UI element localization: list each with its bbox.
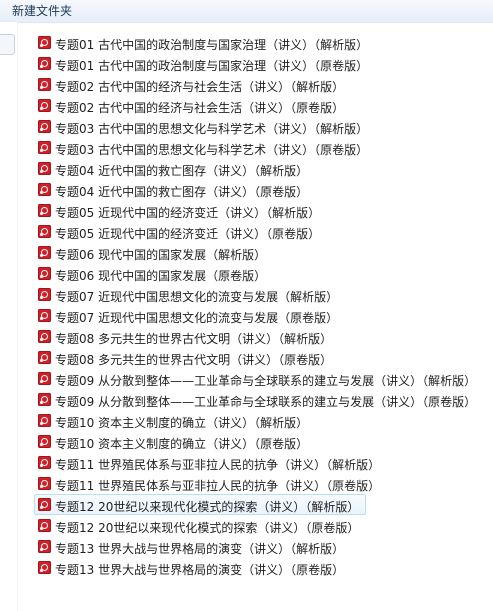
pdf-icon (38, 540, 51, 553)
file-name: 专题01 古代中国的政治制度与国家治理（讲义）（解析版） (55, 38, 369, 52)
file-name: 专题09 从分散到整体——工业革命与全球联系的建立与发展（讲义）（原卷版） (55, 395, 477, 409)
file-name: 专题02 古代中国的经济与社会生活（讲义）（原卷版） (55, 101, 345, 115)
pdf-icon (38, 78, 51, 91)
file-name: 专题06 现代中国的国家发展（解析版） (55, 248, 267, 262)
new-folder-button[interactable]: 新建文件夹 (8, 2, 76, 20)
file-item[interactable]: 专题09 从分散到整体——工业革命与全球联系的建立与发展（讲义）（原卷版） (34, 389, 483, 410)
navigation-pane[interactable] (0, 22, 17, 611)
pdf-icon (38, 141, 51, 154)
file-name: 专题01 古代中国的政治制度与国家治理（讲义）（原卷版） (55, 59, 369, 73)
pdf-icon (38, 57, 51, 70)
file-name: 专题09 从分散到整体——工业革命与全球联系的建立与发展（讲义）（解析版） (55, 374, 477, 388)
navigation-pane-item[interactable] (0, 34, 15, 55)
file-name: 专题07 近现代中国思想文化的流变与发展（原卷版） (55, 311, 339, 325)
pdf-icon (38, 519, 51, 532)
pdf-icon (38, 120, 51, 133)
file-name: 专题04 近代中国的救亡图存（讲义）（原卷版） (55, 185, 309, 199)
file-name: 专题06 现代中国的国家发展（原卷版） (55, 269, 267, 283)
file-name: 专题05 近现代中国的经济变迁（讲义）（解析版） (55, 206, 321, 220)
file-list: 专题01 古代中国的政治制度与国家治理（讲义）（解析版） 专题01 古代中国的政治… (34, 32, 483, 578)
file-item[interactable]: 专题08 多元共生的世界古代文明（讲义）（原卷版） (34, 347, 339, 368)
file-item[interactable]: 专题03 古代中国的思想文化与科学艺术（讲义）（解析版） (34, 116, 375, 137)
file-item[interactable]: 专题03 古代中国的思想文化与科学艺术（讲义）（原卷版） (34, 137, 375, 158)
pdf-icon (38, 99, 51, 112)
file-item[interactable]: 专题01 古代中国的政治制度与国家治理（讲义）（原卷版） (34, 53, 375, 74)
file-item[interactable]: 专题10 资本主义制度的确立（讲义）（原卷版） (34, 431, 315, 452)
file-name: 专题13 世界大战与世界格局的演变（讲义）（解析版） (55, 542, 345, 556)
file-item[interactable]: 专题08 多元共生的世界古代文明（讲义）（解析版） (34, 326, 339, 347)
file-name: 专题05 近现代中国的经济变迁（讲义）（原卷版） (55, 227, 321, 241)
file-name: 专题13 世界大战与世界格局的演变（讲义）（原卷版） (55, 563, 345, 577)
file-item[interactable]: 专题13 世界大战与世界格局的演变（讲义）（解析版） (34, 536, 351, 557)
file-item[interactable]: 专题10 资本主义制度的确立（讲义）（解析版） (34, 410, 315, 431)
explorer-window: 新建文件夹 专题01 古代中国的政治制度与国家治理（讲义）（解析版） 专题01 古… (0, 0, 493, 611)
file-item[interactable]: 专题04 近代中国的救亡图存（讲义）（原卷版） (34, 179, 315, 200)
file-item[interactable]: 专题06 现代中国的国家发展（解析版） (34, 242, 273, 263)
file-item[interactable]: 专题02 古代中国的经济与社会生活（讲义）（原卷版） (34, 95, 351, 116)
file-name: 专题11 世界殖民体系与亚非拉人民的抗争（讲义）（解析版） (55, 458, 381, 472)
pdf-icon (38, 204, 51, 217)
pdf-icon (38, 498, 51, 511)
file-item[interactable]: 专题09 从分散到整体——工业革命与全球联系的建立与发展（讲义）（解析版） (34, 368, 483, 389)
pdf-icon (38, 393, 51, 406)
pdf-icon (38, 561, 51, 574)
file-name: 专题07 近现代中国思想文化的流变与发展（解析版） (55, 290, 339, 304)
file-item[interactable]: 专题01 古代中国的政治制度与国家治理（讲义）（解析版） (34, 32, 375, 53)
pane-splitter[interactable] (17, 22, 18, 611)
pdf-icon (38, 288, 51, 301)
pdf-icon (38, 225, 51, 238)
file-item[interactable]: 专题13 世界大战与世界格局的演变（讲义）（原卷版） (34, 557, 351, 578)
file-item[interactable]: 专题06 现代中国的国家发展（原卷版） (34, 263, 273, 284)
pdf-icon (38, 456, 51, 469)
file-item[interactable]: 专题12 20世纪以来现代化模式的探索（讲义）（解析版） (34, 494, 367, 515)
pdf-icon (38, 351, 51, 364)
file-item[interactable]: 专题05 近现代中国的经济变迁（讲义）（原卷版） (34, 221, 327, 242)
pdf-icon (38, 372, 51, 385)
file-item[interactable]: 专题07 近现代中国思想文化的流变与发展（原卷版） (34, 305, 345, 326)
file-name: 专题03 古代中国的思想文化与科学艺术（讲义）（解析版） (55, 122, 369, 136)
file-name: 专题10 资本主义制度的确立（讲义）（解析版） (55, 416, 309, 430)
pdf-icon (38, 309, 51, 322)
pdf-icon (38, 477, 51, 490)
file-name: 专题03 古代中国的思想文化与科学艺术（讲义）（原卷版） (55, 143, 369, 157)
toolbar: 新建文件夹 (0, 0, 493, 23)
file-item[interactable]: 专题12 20世纪以来现代化模式的探索（讲义）（原卷版） (34, 515, 366, 536)
file-item[interactable]: 专题11 世界殖民体系与亚非拉人民的抗争（讲义）（原卷版） (34, 473, 387, 494)
pdf-icon (38, 162, 51, 175)
pdf-icon (38, 246, 51, 259)
file-item[interactable]: 专题05 近现代中国的经济变迁（讲义）（解析版） (34, 200, 327, 221)
file-name: 专题12 20世纪以来现代化模式的探索（讲义）（原卷版） (55, 521, 360, 535)
pdf-icon (38, 36, 51, 49)
file-name: 专题04 近代中国的救亡图存（讲义）（解析版） (55, 164, 309, 178)
file-item[interactable]: 专题04 近代中国的救亡图存（讲义）（解析版） (34, 158, 315, 179)
file-name: 专题10 资本主义制度的确立（讲义）（原卷版） (55, 437, 309, 451)
pdf-icon (38, 414, 51, 427)
file-name: 专题12 20世纪以来现代化模式的探索（讲义）（解析版） (55, 500, 360, 514)
pdf-icon (38, 267, 51, 280)
file-name: 专题08 多元共生的世界古代文明（讲义）（原卷版） (55, 353, 333, 367)
file-item[interactable]: 专题02 古代中国的经济与社会生活（讲义）（解析版） (34, 74, 351, 95)
pdf-icon (38, 183, 51, 196)
pdf-icon (38, 330, 51, 343)
file-name: 专题02 古代中国的经济与社会生活（讲义）（解析版） (55, 80, 345, 94)
pdf-icon (38, 435, 51, 448)
file-item[interactable]: 专题11 世界殖民体系与亚非拉人民的抗争（讲义）（解析版） (34, 452, 387, 473)
file-name: 专题08 多元共生的世界古代文明（讲义）（解析版） (55, 332, 333, 346)
file-item[interactable]: 专题07 近现代中国思想文化的流变与发展（解析版） (34, 284, 345, 305)
file-name: 专题11 世界殖民体系与亚非拉人民的抗争（讲义）（原卷版） (55, 479, 381, 493)
